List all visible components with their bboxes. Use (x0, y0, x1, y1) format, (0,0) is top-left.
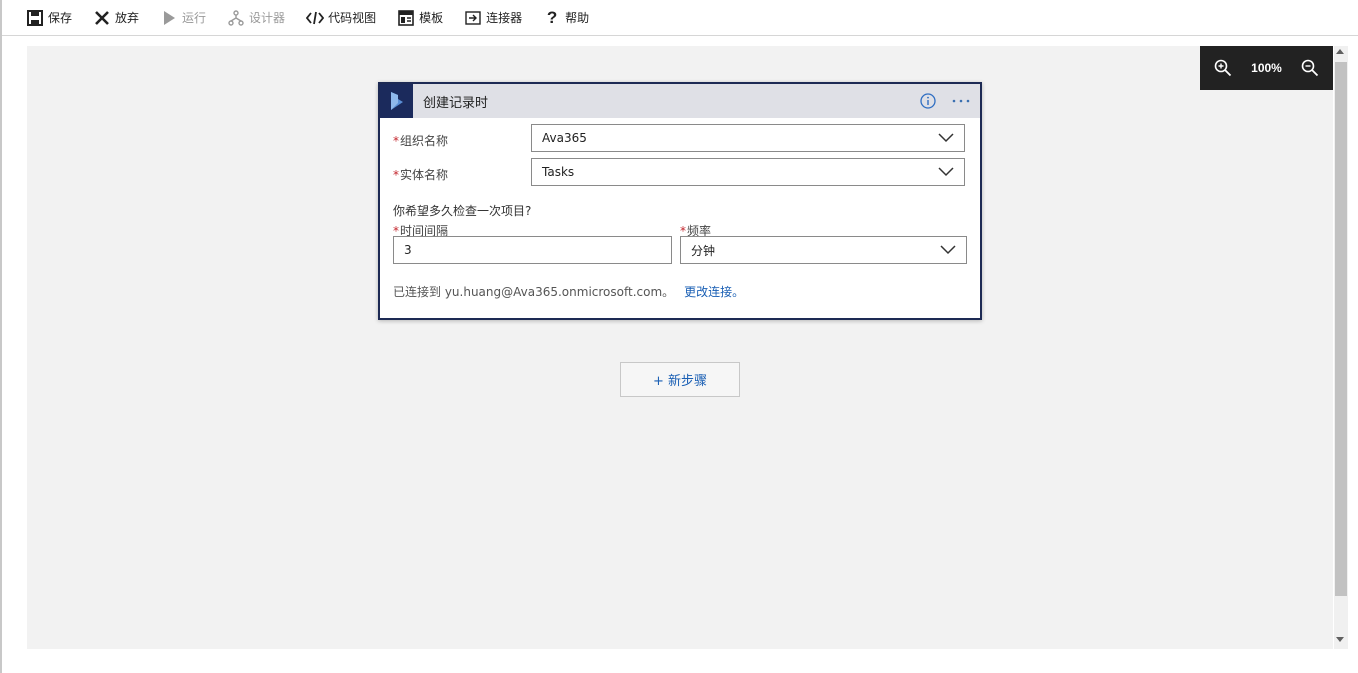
toolbar: 保存 放弃 运行 设计器 代码视图 模板 连接器 ? 帮助 (2, 0, 1358, 36)
info-icon[interactable] (918, 91, 938, 111)
templates-button[interactable]: 模板 (397, 0, 443, 36)
chevron-down-icon (938, 133, 954, 143)
save-button[interactable]: 保存 (26, 0, 72, 36)
run-button[interactable]: 运行 (160, 0, 206, 36)
connector-icon (464, 9, 482, 27)
entity-name-value: Tasks (542, 165, 575, 179)
scroll-down-arrow-icon[interactable] (1336, 637, 1344, 642)
interval-input[interactable] (393, 236, 672, 264)
entity-name-select[interactable]: Tasks (531, 158, 965, 186)
templates-label: 模板 (419, 11, 444, 25)
run-label: 运行 (182, 11, 207, 25)
help-button[interactable]: ? 帮助 (543, 0, 589, 36)
zoom-level: 100% (1251, 61, 1282, 75)
code-icon (306, 9, 325, 27)
dynamics-logo-icon (380, 84, 413, 118)
org-name-label-text: 组织名称 (400, 134, 449, 148)
code-view-label: 代码视图 (328, 11, 377, 25)
designer-icon (227, 9, 245, 27)
discard-label: 放弃 (115, 11, 140, 25)
connectors-label: 连接器 (486, 11, 523, 25)
help-icon: ? (546, 7, 558, 27)
help-label: 帮助 (565, 11, 590, 25)
connection-text: 已连接到 yu.huang@Ava365.onmicrosoft.com。 (393, 285, 675, 299)
card-title: 创建记录时 (423, 95, 489, 111)
close-icon (93, 9, 111, 27)
required-marker: * (393, 168, 399, 182)
entity-name-label-text: 实体名称 (400, 168, 449, 182)
org-name-value: Ava365 (542, 131, 587, 145)
change-connection-link[interactable]: 更改连接。 (684, 285, 744, 299)
more-options-icon[interactable] (950, 91, 972, 111)
scroll-up-arrow-icon[interactable] (1336, 49, 1344, 54)
discard-button[interactable]: 放弃 (93, 0, 139, 36)
card-header[interactable]: 创建记录时 (380, 84, 980, 118)
trigger-card: 创建记录时 *组织名称 Ava365 *实体名称 Tasks 你希望多久检查一次… (378, 82, 982, 320)
org-name-select[interactable]: Ava365 (531, 124, 965, 152)
chevron-down-icon (940, 245, 956, 255)
required-marker: * (393, 134, 399, 148)
entity-name-label: *实体名称 (393, 166, 448, 183)
frequency-select[interactable]: 分钟 (680, 236, 967, 264)
template-icon (397, 9, 415, 27)
connectors-button[interactable]: 连接器 (464, 0, 522, 36)
zoom-in-icon[interactable] (1212, 57, 1234, 79)
org-name-label: *组织名称 (393, 132, 448, 149)
zoom-panel: 100% (1200, 46, 1333, 90)
designer-button[interactable]: 设计器 (227, 0, 285, 36)
code-view-button[interactable]: 代码视图 (306, 0, 376, 36)
recurrence-question: 你希望多久检查一次项目? (393, 204, 532, 218)
frequency-value: 分钟 (691, 243, 716, 258)
chevron-down-icon (938, 167, 954, 177)
window-left-border (0, 0, 2, 673)
zoom-out-icon[interactable] (1299, 57, 1321, 79)
play-icon (160, 9, 178, 27)
connection-status: 已连接到 yu.huang@Ava365.onmicrosoft.com。 更改连… (393, 283, 744, 300)
new-step-button[interactable]: + 新步骤 (620, 362, 740, 397)
save-icon (26, 9, 44, 27)
scrollbar-thumb[interactable] (1335, 62, 1347, 596)
save-label: 保存 (48, 11, 73, 25)
designer-label: 设计器 (249, 11, 286, 25)
